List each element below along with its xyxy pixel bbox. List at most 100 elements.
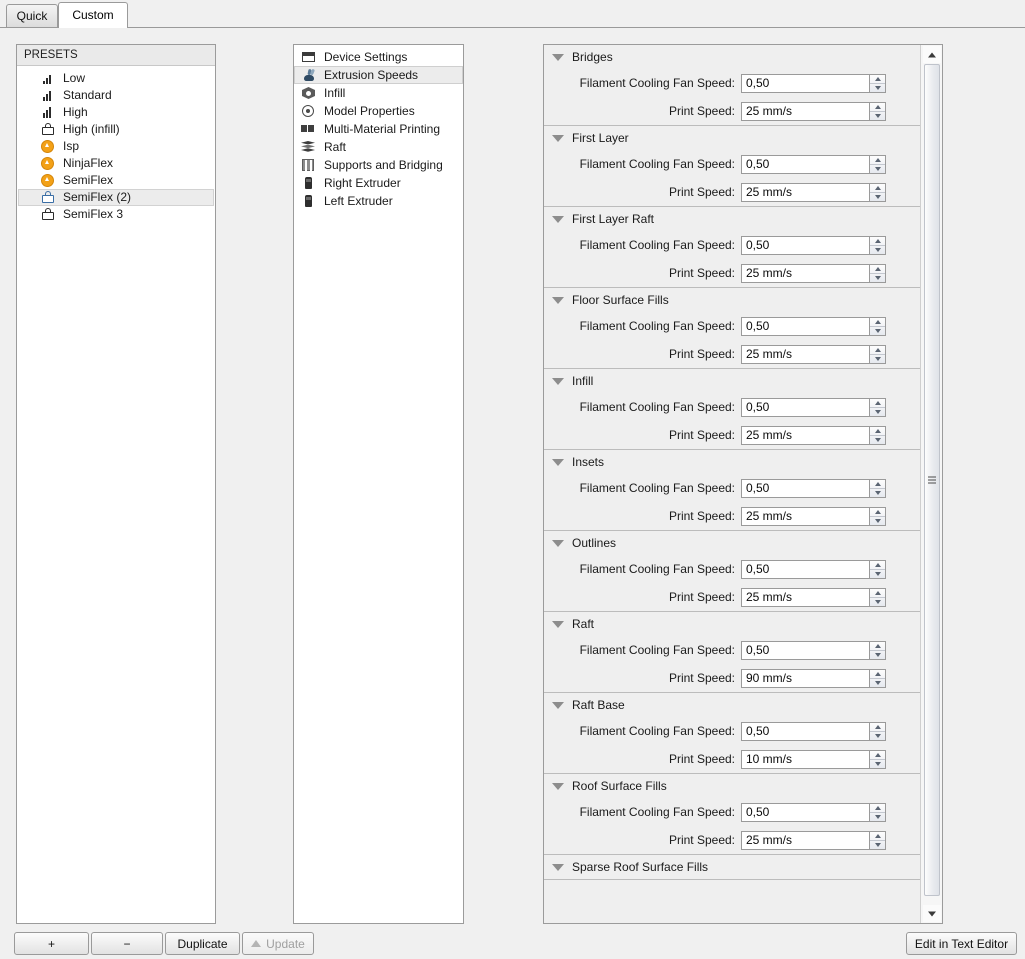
fan-speed-stepper[interactable] <box>869 154 886 174</box>
stepper-up-icon[interactable] <box>870 751 885 760</box>
print-speed-stepper[interactable] <box>869 749 886 769</box>
stepper-down-icon[interactable] <box>870 732 885 740</box>
stepper-down-icon[interactable] <box>870 436 885 444</box>
section-header[interactable]: Infill <box>544 369 920 393</box>
print-speed-input[interactable]: 25 mm/s <box>741 263 886 283</box>
category-item-infill[interactable]: Infill <box>294 84 463 102</box>
print-speed-stepper[interactable] <box>869 668 886 688</box>
stepper-down-icon[interactable] <box>870 760 885 768</box>
stepper-up-icon[interactable] <box>870 723 885 732</box>
fan-speed-stepper[interactable] <box>869 721 886 741</box>
print-speed-stepper[interactable] <box>869 425 886 445</box>
print-speed-stepper[interactable] <box>869 830 886 850</box>
preset-item-semiflex-3[interactable]: SemiFlex 3 <box>18 206 214 223</box>
fan-speed-input[interactable]: 0,50 <box>741 397 886 417</box>
preset-item-high[interactable]: High <box>18 104 214 121</box>
stepper-down-icon[interactable] <box>870 112 885 120</box>
section-header[interactable]: Roof Surface Fills <box>544 774 920 798</box>
stepper-up-icon[interactable] <box>870 589 885 598</box>
section-header[interactable]: Raft <box>544 612 920 636</box>
fan-speed-input[interactable]: 0,50 <box>741 802 886 822</box>
stepper-up-icon[interactable] <box>870 508 885 517</box>
print-speed-stepper[interactable] <box>869 101 886 121</box>
stepper-down-icon[interactable] <box>870 813 885 821</box>
stepper-down-icon[interactable] <box>870 84 885 92</box>
stepper-up-icon[interactable] <box>870 804 885 813</box>
section-header[interactable]: Insets <box>544 450 920 474</box>
fan-speed-stepper[interactable] <box>869 316 886 336</box>
stepper-up-icon[interactable] <box>870 237 885 246</box>
print-speed-input[interactable]: 25 mm/s <box>741 587 886 607</box>
fan-speed-input[interactable]: 0,50 <box>741 235 886 255</box>
stepper-down-icon[interactable] <box>870 651 885 659</box>
stepper-down-icon[interactable] <box>870 517 885 525</box>
fan-speed-input[interactable]: 0,50 <box>741 478 886 498</box>
fan-speed-input[interactable]: 0,50 <box>741 640 886 660</box>
stepper-up-icon[interactable] <box>870 103 885 112</box>
fan-speed-input[interactable]: 0,50 <box>741 316 886 336</box>
print-speed-input[interactable]: 90 mm/s <box>741 668 886 688</box>
stepper-up-icon[interactable] <box>870 184 885 193</box>
chevron-down-icon[interactable] <box>552 701 564 709</box>
chevron-down-icon[interactable] <box>552 458 564 466</box>
scroll-up-button[interactable] <box>923 46 941 63</box>
stepper-up-icon[interactable] <box>870 346 885 355</box>
stepper-down-icon[interactable] <box>870 274 885 282</box>
print-speed-stepper[interactable] <box>869 344 886 364</box>
stepper-up-icon[interactable] <box>870 427 885 436</box>
stepper-down-icon[interactable] <box>870 246 885 254</box>
stepper-down-icon[interactable] <box>870 165 885 173</box>
stepper-down-icon[interactable] <box>870 327 885 335</box>
print-speed-input[interactable]: 25 mm/s <box>741 506 886 526</box>
print-speed-stepper[interactable] <box>869 587 886 607</box>
print-speed-input[interactable]: 25 mm/s <box>741 101 886 121</box>
chevron-down-icon[interactable] <box>552 620 564 628</box>
category-item-multi-material-printing[interactable]: Multi-Material Printing <box>294 120 463 138</box>
stepper-up-icon[interactable] <box>870 265 885 274</box>
preset-item-ninjaflex[interactable]: NinjaFlex <box>18 155 214 172</box>
fan-speed-input[interactable]: 0,50 <box>741 559 886 579</box>
preset-item-standard[interactable]: Standard <box>18 87 214 104</box>
print-speed-input[interactable]: 25 mm/s <box>741 830 886 850</box>
chevron-down-icon[interactable] <box>552 215 564 223</box>
print-speed-input[interactable]: 25 mm/s <box>741 425 886 445</box>
print-speed-stepper[interactable] <box>869 182 886 202</box>
fan-speed-stepper[interactable] <box>869 73 886 93</box>
fan-speed-input[interactable]: 0,50 <box>741 73 886 93</box>
settings-scrollbar[interactable] <box>920 45 942 923</box>
print-speed-stepper[interactable] <box>869 506 886 526</box>
scroll-down-button[interactable] <box>923 905 941 922</box>
chevron-down-icon[interactable] <box>552 539 564 547</box>
stepper-down-icon[interactable] <box>870 598 885 606</box>
chevron-down-icon[interactable] <box>552 296 564 304</box>
chevron-down-icon[interactable] <box>552 134 564 142</box>
preset-item-isp[interactable]: Isp <box>18 138 214 155</box>
section-header[interactable]: Raft Base <box>544 693 920 717</box>
fan-speed-stepper[interactable] <box>869 559 886 579</box>
print-speed-input[interactable]: 25 mm/s <box>741 344 886 364</box>
preset-item-semiflex[interactable]: SemiFlex <box>18 172 214 189</box>
fan-speed-stepper[interactable] <box>869 397 886 417</box>
section-header[interactable]: Outlines <box>544 531 920 555</box>
chevron-down-icon[interactable] <box>552 53 564 61</box>
section-header[interactable]: First Layer <box>544 126 920 150</box>
chevron-down-icon[interactable] <box>552 863 564 871</box>
section-header[interactable]: Floor Surface Fills <box>544 288 920 312</box>
stepper-down-icon[interactable] <box>870 193 885 201</box>
stepper-up-icon[interactable] <box>870 670 885 679</box>
section-header[interactable]: Bridges <box>544 45 920 69</box>
fan-speed-stepper[interactable] <box>869 640 886 660</box>
remove-preset-button[interactable]: − <box>91 932 163 955</box>
stepper-down-icon[interactable] <box>870 408 885 416</box>
preset-item-high-infill[interactable]: High (infill) <box>18 121 214 138</box>
duplicate-preset-button[interactable]: Duplicate <box>165 932 240 955</box>
stepper-down-icon[interactable] <box>870 355 885 363</box>
preset-item-semiflex-2[interactable]: SemiFlex (2) <box>18 189 214 206</box>
stepper-up-icon[interactable] <box>870 480 885 489</box>
category-item-right-extruder[interactable]: Right Extruder <box>294 174 463 192</box>
category-item-device-settings[interactable]: Device Settings <box>294 48 463 66</box>
print-speed-input[interactable]: 25 mm/s <box>741 182 886 202</box>
add-preset-button[interactable]: + <box>14 932 89 955</box>
category-item-supports-and-bridging[interactable]: Supports and Bridging <box>294 156 463 174</box>
stepper-up-icon[interactable] <box>870 399 885 408</box>
